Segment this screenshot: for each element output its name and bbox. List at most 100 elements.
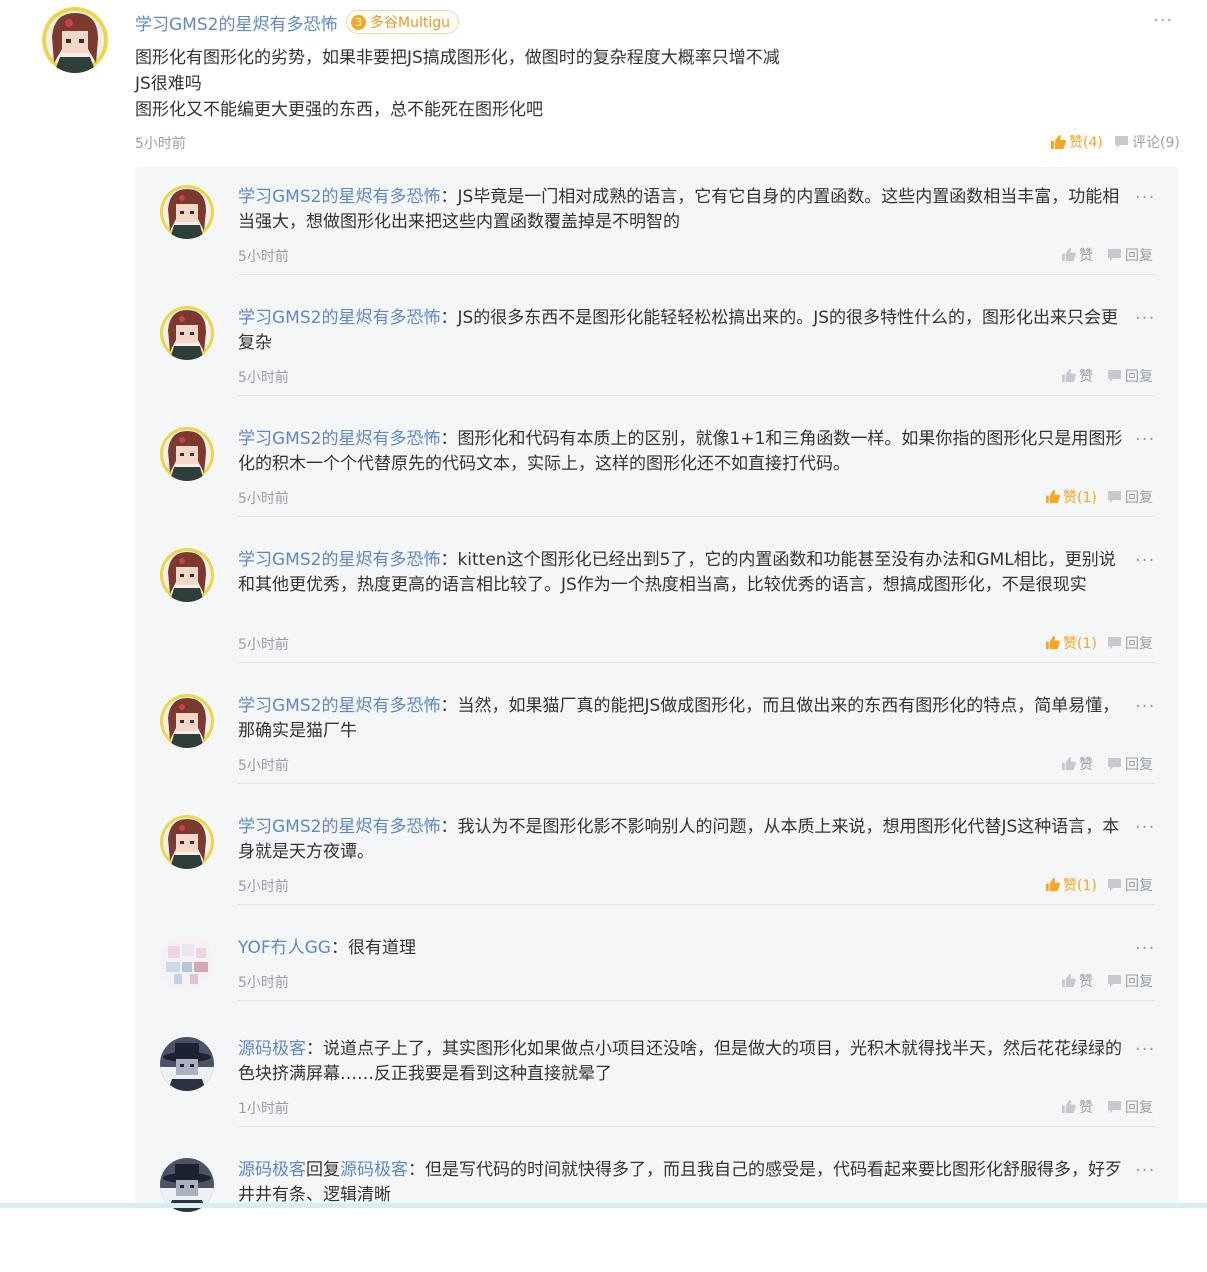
- reply-author-name[interactable]: 学习GMS2的星烬有多恐怖: [238, 696, 440, 716]
- reply-timestamp: 5小时前: [238, 879, 289, 895]
- user-level-badge[interactable]: 3 多谷Multigu: [346, 10, 459, 34]
- reply-author-name[interactable]: 学习GMS2的星烬有多恐怖: [238, 429, 440, 449]
- reply-more-menu-icon[interactable]: ···: [1135, 1162, 1155, 1180]
- reply-like-button[interactable]: 赞: [1061, 971, 1093, 991]
- reply-avatar[interactable]: [160, 1037, 214, 1091]
- reply-timestamp: 5小时前: [238, 758, 289, 774]
- reply-icon: [1108, 758, 1121, 770]
- reply-more-menu-icon[interactable]: ···: [1135, 1041, 1155, 1059]
- reply-more-menu-icon[interactable]: ···: [1135, 698, 1155, 716]
- name-colon: ：: [440, 308, 458, 328]
- reply-author-name[interactable]: 学习GMS2的星烬有多恐怖: [238, 550, 440, 570]
- reply-item: 学习GMS2的星烬有多恐怖：JS毕竟是一门相对成熟的语言，它有它自身的内置函数。…: [135, 179, 1179, 299]
- reply-more-menu-icon[interactable]: ···: [1135, 189, 1155, 207]
- name-colon: ：: [408, 1160, 425, 1180]
- reply-item: 学习GMS2的星烬有多恐怖：kitten这个图形化已经出到5了，它的内置函数和功…: [135, 542, 1179, 663]
- post-comment-label: 评论(9): [1132, 135, 1180, 151]
- reply-button-label: 回复: [1125, 757, 1153, 773]
- reply-button[interactable]: 回复: [1107, 487, 1153, 507]
- reply-button-label: 回复: [1125, 974, 1153, 990]
- reply-like-button[interactable]: 赞(1): [1045, 633, 1097, 653]
- reply-like-label: 赞: [1079, 974, 1093, 990]
- reply-avatar[interactable]: [160, 427, 214, 481]
- post-comment-button[interactable]: 评论(9): [1114, 132, 1180, 152]
- reply-button[interactable]: 回复: [1107, 245, 1153, 265]
- reply-author-name[interactable]: 学习GMS2的星烬有多恐怖: [238, 187, 440, 207]
- thumbs-up-icon: [1045, 636, 1060, 650]
- post-more-menu-icon[interactable]: ···: [1153, 12, 1173, 30]
- name-colon: ：: [306, 1039, 323, 1059]
- post-like-button[interactable]: 赞(4): [1050, 132, 1103, 152]
- reply-button[interactable]: 回复: [1107, 633, 1153, 653]
- post-author-name[interactable]: 学习GMS2的星烬有多恐怖: [135, 10, 337, 35]
- reply-button[interactable]: 回复: [1107, 1097, 1153, 1117]
- reply-button-label: 回复: [1125, 490, 1153, 506]
- reply-text: 说道点子上了，其实图形化如果做点小项目还没啥，但是做大的项目，光积木就得找半天，…: [238, 1039, 1122, 1084]
- thumbs-up-icon: [1061, 1100, 1076, 1114]
- reply-like-label: 赞: [1079, 757, 1093, 773]
- reply-icon: [1108, 491, 1121, 503]
- badge-level-icon: 3: [351, 14, 366, 30]
- post-author-avatar[interactable]: [42, 7, 108, 73]
- reply-item: 源码极客：说道点子上了，其实图形化如果做点小项目还没啥，但是做大的项目，光积木就…: [135, 1031, 1179, 1151]
- thumbs-up-icon: [1045, 490, 1060, 504]
- reply-button-label: 回复: [1125, 248, 1153, 264]
- name-colon: ：: [440, 696, 458, 716]
- thumbs-up-icon: [1061, 757, 1076, 771]
- reply-like-label: 赞: [1079, 248, 1093, 264]
- reply-more-menu-icon[interactable]: ···: [1135, 940, 1155, 958]
- reply-button[interactable]: 回复: [1107, 366, 1153, 386]
- thumbs-up-icon: [1045, 878, 1060, 892]
- reply-like-button[interactable]: 赞: [1061, 1097, 1093, 1117]
- reply-button-label: 回复: [1125, 369, 1153, 385]
- reply-button[interactable]: 回复: [1107, 971, 1153, 991]
- reply-icon: [1108, 637, 1121, 649]
- reply-button[interactable]: 回复: [1107, 754, 1153, 774]
- reply-like-button[interactable]: 赞: [1061, 754, 1093, 774]
- post-content-line: JS很难吗: [135, 74, 202, 94]
- reply-author-name[interactable]: 源码极客: [238, 1160, 306, 1180]
- reply-button-label: 回复: [1125, 1100, 1153, 1116]
- reply-avatar[interactable]: [160, 936, 214, 990]
- reply-author-name[interactable]: 学习GMS2的星烬有多恐怖: [238, 817, 440, 837]
- reply-avatar[interactable]: [160, 548, 214, 602]
- reply-avatar[interactable]: [160, 185, 214, 239]
- reply-icon: [1108, 879, 1121, 891]
- reply-avatar[interactable]: [160, 815, 214, 869]
- reply-timestamp: 5小时前: [238, 249, 289, 265]
- reply-author-name[interactable]: 源码极客: [238, 1039, 306, 1059]
- reply-timestamp: 5小时前: [238, 637, 289, 653]
- thumbs-up-icon: [1061, 974, 1076, 988]
- reply-like-button[interactable]: 赞(1): [1045, 875, 1097, 895]
- reply-avatar[interactable]: [160, 694, 214, 748]
- reply-icon: [1108, 975, 1121, 987]
- reply-more-menu-icon[interactable]: ···: [1135, 819, 1155, 837]
- reply-author-name[interactable]: 学习GMS2的星烬有多恐怖: [238, 308, 440, 328]
- reply-avatar[interactable]: [160, 306, 214, 360]
- reply-more-menu-icon[interactable]: ···: [1135, 431, 1155, 449]
- reply-timestamp: 5小时前: [238, 370, 289, 386]
- reply-text: 很有道理: [347, 938, 416, 958]
- reply-author-name[interactable]: YOF冇人GG: [238, 938, 331, 958]
- reply-to-word: 回复: [306, 1160, 340, 1180]
- reply-panel: 学习GMS2的星烬有多恐怖：JS毕竟是一门相对成熟的语言，它有它自身的内置函数。…: [135, 167, 1179, 1212]
- post-content-line: 图形化有图形化的劣势，如果非要把JS搞成图形化，做图时的复杂程度大概率只增不减: [135, 48, 780, 68]
- reply-divider: [238, 516, 1155, 517]
- reply-like-button[interactable]: 赞: [1061, 245, 1093, 265]
- reply-more-menu-icon[interactable]: ···: [1135, 310, 1155, 328]
- post-like-label: 赞(4): [1069, 135, 1103, 151]
- thumbs-up-icon: [1061, 369, 1076, 383]
- post-timestamp: 5小时前: [135, 136, 186, 152]
- name-colon: ：: [440, 817, 458, 837]
- reply-like-button[interactable]: 赞: [1061, 366, 1093, 386]
- reply-timestamp: 5小时前: [238, 491, 289, 507]
- reply-button[interactable]: 回复: [1107, 875, 1153, 895]
- reply-icon: [1108, 370, 1121, 382]
- reply-more-menu-icon[interactable]: ···: [1135, 552, 1155, 570]
- reply-like-button[interactable]: 赞(1): [1045, 487, 1097, 507]
- reply-like-label: 赞: [1079, 369, 1093, 385]
- reply-like-label: 赞(1): [1063, 490, 1097, 506]
- post-content-line: 图形化又不能编更大更强的东西，总不能死在图形化吧: [135, 100, 543, 120]
- reply-target-name[interactable]: 源码极客: [340, 1160, 408, 1180]
- thumbs-up-icon: [1051, 134, 1066, 149]
